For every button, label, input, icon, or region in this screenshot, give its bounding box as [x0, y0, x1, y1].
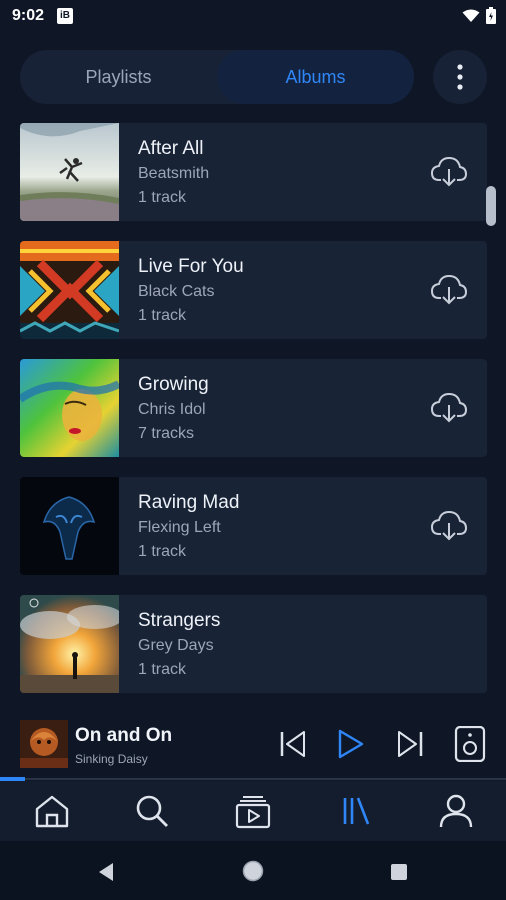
more-options-button[interactable] — [433, 50, 487, 104]
speaker-icon[interactable] — [454, 726, 486, 762]
album-row[interactable]: Live For You Black Cats 1 track — [20, 241, 487, 339]
segmented-tabs: Playlists Albums — [20, 50, 414, 104]
album-title: Live For You — [138, 256, 244, 277]
album-cover-image — [20, 123, 119, 221]
play-icon[interactable] — [334, 728, 366, 760]
album-artist: Beatsmith — [138, 165, 210, 182]
scrollbar-thumb[interactable] — [486, 186, 496, 226]
playback-progress-track[interactable] — [0, 778, 506, 780]
status-icons — [462, 7, 496, 24]
album-track-count: 1 track — [138, 543, 187, 560]
library-icon — [343, 797, 370, 825]
bottom-nav — [0, 781, 506, 841]
album-artist: Chris Idol — [138, 401, 206, 418]
album-title: After All — [138, 138, 204, 159]
album-track-count: 1 track — [138, 307, 187, 324]
cloud-download-icon[interactable] — [431, 510, 467, 542]
search-icon — [136, 795, 168, 827]
album-list: After All Beatsmith 1 track Live For You… — [20, 123, 488, 713]
now-playing-artist: Sinking Daisy — [75, 752, 148, 766]
recents-icon[interactable] — [390, 863, 408, 881]
skip-previous-icon[interactable] — [277, 728, 309, 760]
cloud-download-icon[interactable] — [431, 156, 467, 188]
album-row[interactable]: Strangers Grey Days 1 track — [20, 595, 487, 693]
home-circle-icon[interactable] — [242, 860, 264, 882]
nav-search[interactable] — [132, 791, 172, 831]
more-vert-icon — [457, 64, 463, 90]
album-cover-image — [20, 359, 119, 457]
album-row[interactable]: Growing Chris Idol 7 tracks — [20, 359, 487, 457]
home-icon — [35, 795, 69, 828]
status-time: 9:02 — [12, 7, 45, 24]
album-cover-image — [20, 241, 119, 339]
album-artist: Grey Days — [138, 637, 214, 654]
nav-home[interactable] — [32, 791, 72, 831]
nav-profile[interactable] — [436, 791, 476, 831]
tab-albums[interactable]: Albums — [217, 50, 414, 104]
mini-player[interactable]: On and On Sinking Daisy — [0, 712, 506, 778]
album-track-count: 1 track — [138, 661, 187, 678]
album-row[interactable]: After All Beatsmith 1 track — [20, 123, 487, 221]
notification-badge-icon: iB — [57, 8, 73, 24]
back-icon[interactable] — [97, 862, 115, 882]
album-cover-image — [20, 595, 119, 693]
nav-queue[interactable] — [233, 791, 273, 831]
wifi-icon — [462, 9, 480, 22]
album-track-count: 7 tracks — [138, 425, 195, 442]
system-navigation-bar — [0, 841, 506, 900]
status-bar: 9:02 iB — [0, 0, 506, 34]
battery-icon — [486, 7, 496, 24]
cloud-download-icon[interactable] — [431, 392, 467, 424]
album-track-count: 1 track — [138, 189, 187, 206]
skip-next-icon[interactable] — [394, 728, 426, 760]
queue-play-icon — [235, 796, 271, 829]
now-playing-title: On and On — [75, 725, 173, 746]
album-row[interactable]: Raving Mad Flexing Left 1 track — [20, 477, 487, 575]
cloud-download-icon[interactable] — [431, 274, 467, 306]
album-title: Growing — [138, 374, 209, 395]
now-playing-cover-image — [20, 720, 68, 768]
album-artist: Flexing Left — [138, 519, 221, 536]
album-artist: Black Cats — [138, 283, 215, 300]
album-title: Strangers — [138, 610, 221, 631]
profile-icon — [439, 794, 473, 828]
nav-library[interactable] — [335, 791, 375, 831]
album-cover-image — [20, 477, 119, 575]
tab-playlists[interactable]: Playlists — [20, 50, 217, 104]
album-title: Raving Mad — [138, 492, 240, 513]
